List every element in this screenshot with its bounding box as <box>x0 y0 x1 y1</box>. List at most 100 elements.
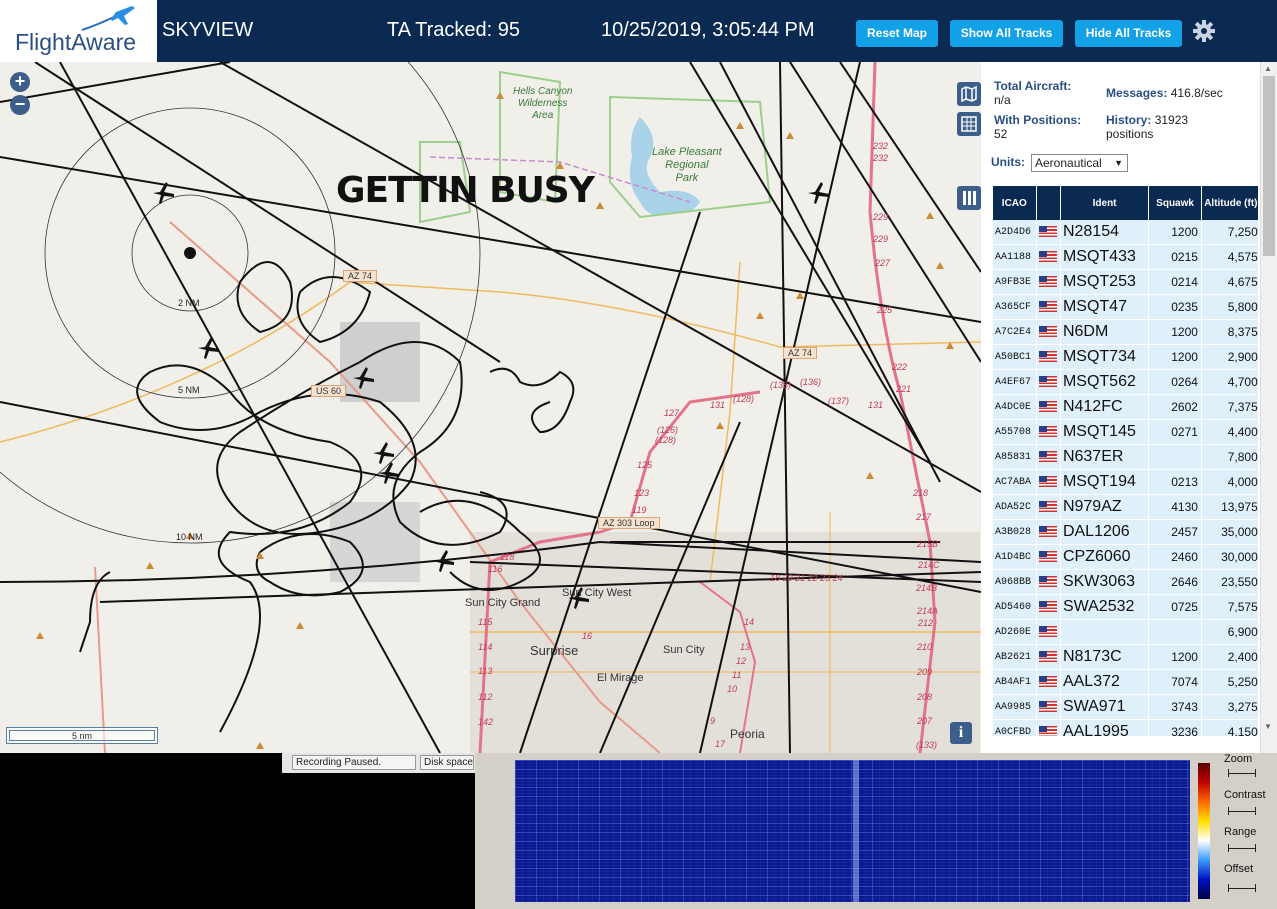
table-row[interactable]: AB4AF1AAL37270745,250▼ <box>993 670 1258 695</box>
route-marker: 113 <box>478 666 493 676</box>
row-ident: SWA2532 <box>1060 595 1150 620</box>
map-layers-icon[interactable] <box>957 82 981 106</box>
row-ident: MSQT253 <box>1060 270 1150 295</box>
route-marker: 114 <box>478 642 493 652</box>
table-row[interactable]: AD260E 6,900 <box>993 620 1258 645</box>
zoom-out-button[interactable]: − <box>10 95 30 115</box>
row-altitude: 5,800 <box>1201 295 1258 320</box>
route-marker: 115 <box>478 617 493 627</box>
table-row[interactable]: A4DC0E N412FC 2602 7,375 <box>993 395 1258 420</box>
col-altitude[interactable]: Altitude (ft) <box>1201 186 1258 220</box>
table-row[interactable]: A4EF67 MSQT562 0264 4,700 <box>993 370 1258 395</box>
route-marker: 212 <box>918 618 934 628</box>
row-ident: N28154 <box>1060 220 1150 245</box>
route-marker: (136) <box>800 377 822 387</box>
row-icao: A1D4BC <box>993 545 1037 570</box>
flightaware-logo[interactable]: FlightAware <box>0 0 157 62</box>
grid-icon[interactable] <box>957 112 981 136</box>
range-slider[interactable] <box>1228 844 1256 852</box>
table-row[interactable]: A0CFBDAAL199532364,150▼ <box>993 720 1258 736</box>
row-squawk: 0213 <box>1149 470 1202 495</box>
route-marker: 112 <box>478 692 493 702</box>
reset-map-button[interactable]: Reset Map <box>856 20 938 47</box>
row-icao: A55708 <box>993 420 1037 445</box>
row-altitude: 7,375 <box>1201 395 1258 420</box>
table-row[interactable]: AA9985SWA97137433,275▼ <box>993 695 1258 720</box>
scale-label: 5 nm <box>9 730 155 741</box>
row-ident: N979AZ <box>1060 495 1150 520</box>
table-row[interactable]: A55708MSQT14502714,400▼ <box>993 420 1258 445</box>
row-altitude: 2,400 <box>1201 645 1258 670</box>
table-row[interactable]: AD5460SWA253207257,575▼ <box>993 595 1258 620</box>
table-row[interactable]: AC7ABAMSQT19402134,000▼ <box>993 470 1258 495</box>
columns-icon[interactable] <box>957 186 981 210</box>
route-marker: 215B <box>917 539 939 549</box>
zoom-slider[interactable] <box>1228 769 1256 777</box>
zoom-label: Zoom <box>1224 753 1253 765</box>
contrast-slider[interactable] <box>1228 807 1256 815</box>
row-altitude: 4,000 <box>1201 470 1258 495</box>
row-ident: MSQT562 <box>1060 370 1150 395</box>
row-squawk: 1200 <box>1149 345 1202 370</box>
hide-all-tracks-button[interactable]: Hide All Tracks <box>1075 20 1182 47</box>
offset-slider[interactable] <box>1228 884 1256 892</box>
col-ident[interactable]: Ident <box>1060 186 1150 220</box>
show-all-tracks-button[interactable]: Show All Tracks <box>950 20 1063 47</box>
table-row[interactable]: A85831 N637ER 7,800 <box>993 445 1258 470</box>
row-altitude: 4,575 <box>1201 245 1258 270</box>
map-annotation: GETTIN BUSY <box>336 170 595 211</box>
row-ident: CPZ6060 <box>1060 545 1150 570</box>
route-marker: 119 <box>632 505 647 515</box>
row-altitude: 30,000 <box>1201 545 1258 570</box>
aircraft-table[interactable]: ICAO Ident Squawk Altitude (ft) A2D4D6 N2… <box>993 186 1258 736</box>
units-select[interactable]: Aeronautical ▼ <box>1031 154 1128 172</box>
row-ident: MSQT734 <box>1060 345 1150 370</box>
scroll-thumb[interactable] <box>1263 76 1275 256</box>
with-positions: With Positions: 52 <box>994 113 1082 141</box>
map-view[interactable]: GETTIN BUSY 2 NM 5 NM 10 NM Hells Canyon… <box>0 62 981 753</box>
place-sun-city-west: Sun City West <box>562 587 632 599</box>
route-marker: (133) <box>916 740 938 750</box>
scroll-up-icon[interactable]: ▲ <box>1264 64 1272 73</box>
route-markers-lower: 18 20 21 22 23 24 <box>770 573 843 583</box>
route-marker: 13 <box>740 642 751 652</box>
table-row[interactable]: A365CF MSQT47 0235 5,800 <box>993 295 1258 320</box>
row-squawk <box>1149 445 1202 470</box>
table-row[interactable]: A50BC1MSQT73412002,900▲ <box>993 345 1258 370</box>
col-icao[interactable]: ICAO <box>993 186 1037 220</box>
range-label-10nm: 10 NM <box>176 532 203 542</box>
table-row[interactable]: AA1188MSQT43302154,575▲ <box>993 245 1258 270</box>
table-row[interactable]: A3B028 DAL1206 2457 35,000 <box>993 520 1258 545</box>
row-icao: A7C2E4 <box>993 320 1037 345</box>
row-squawk: 0271 <box>1149 420 1202 445</box>
col-squawk[interactable]: Squawk <box>1149 186 1202 220</box>
table-row[interactable]: ADA52CN979AZ413013,975▲ <box>993 495 1258 520</box>
history-count: History: 31923 positions <box>1106 113 1189 141</box>
table-row[interactable]: A1D4BC CPZ6060 2460 30,000 <box>993 545 1258 570</box>
units-selected: Aeronautical <box>1035 156 1102 170</box>
col-flag[interactable] <box>1036 186 1061 220</box>
aircraft-icon <box>433 550 454 572</box>
zoom-in-button[interactable]: + <box>10 72 30 92</box>
route-marker: (135) <box>770 380 792 390</box>
row-altitude: 4,150 <box>1201 720 1258 736</box>
table-row[interactable]: A9FB3EMSQT25302144,675▼ <box>993 270 1258 295</box>
row-icao: AB4AF1 <box>993 670 1037 695</box>
table-row[interactable]: A2D4D6N2815412007,250▼ <box>993 220 1258 245</box>
row-altitude: 13,975 <box>1201 495 1258 520</box>
contrast-label: Contrast <box>1224 789 1266 801</box>
info-button[interactable]: i <box>950 722 972 744</box>
route-marker: 16 <box>582 631 593 641</box>
sidebar-scrollbar[interactable]: ▲ ▼ <box>1260 62 1277 753</box>
table-row[interactable]: AB2621 N8173C 1200 2,400 <box>993 645 1258 670</box>
waterfall-display[interactable] <box>515 760 1190 902</box>
row-icao: A85831 <box>993 445 1037 470</box>
row-icao: AD260E <box>993 620 1037 645</box>
gear-icon[interactable] <box>1192 19 1216 43</box>
table-row[interactable]: A968BBSKW3063264623,550▲ <box>993 570 1258 595</box>
row-icao: A2D4D6 <box>993 220 1037 245</box>
row-ident: DAL1206 <box>1060 520 1150 545</box>
table-row[interactable]: A7C2E4 N6DM 1200 8,375 <box>993 320 1258 345</box>
route-marker: 221 <box>896 384 912 394</box>
scroll-down-icon[interactable]: ▼ <box>1264 722 1272 731</box>
